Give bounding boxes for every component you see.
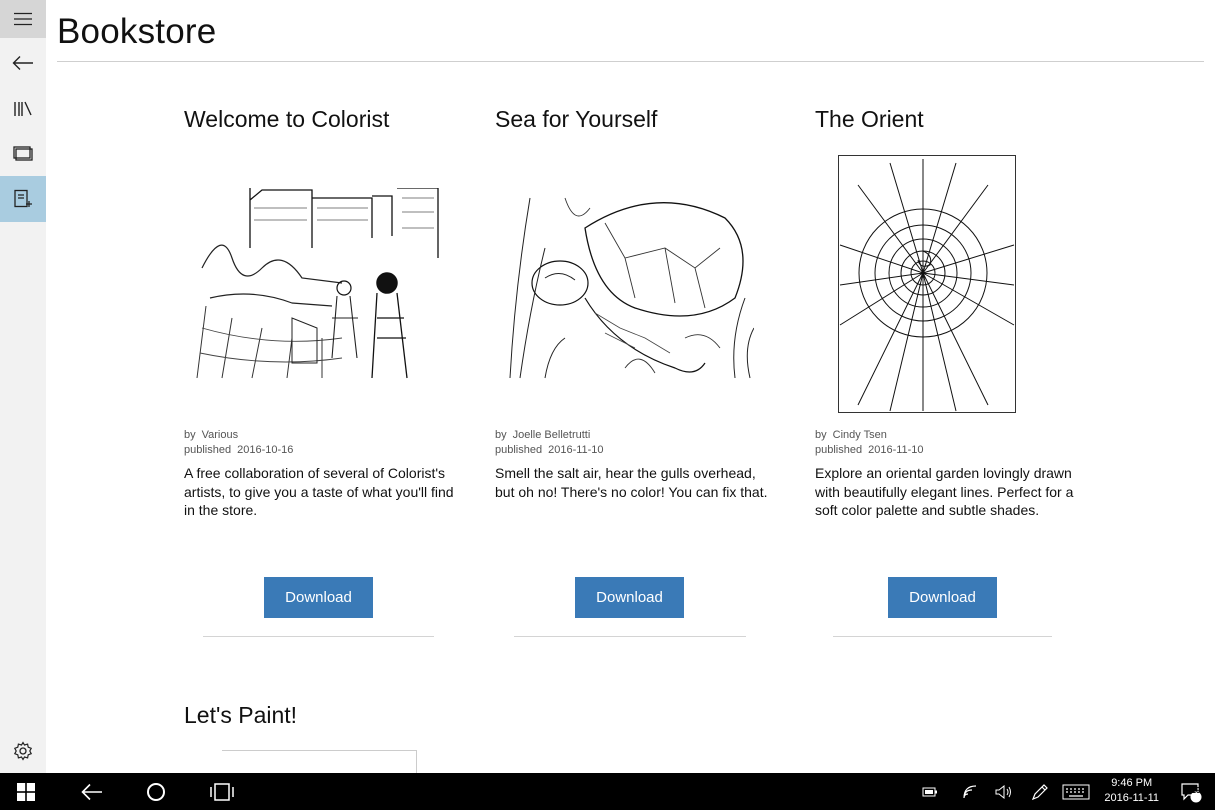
network-status[interactable] — [956, 773, 980, 810]
settings-button[interactable] — [0, 728, 46, 774]
back-arrow-icon — [12, 56, 33, 70]
book-date: 2016-11-10 — [868, 443, 924, 456]
wifi-icon — [963, 784, 976, 798]
battery-status[interactable] — [918, 773, 942, 810]
book-card: The Orient by Cindy Tsen published 2016-11… — [815, 106, 1095, 637]
pen-workspace-button[interactable] — [1028, 773, 1052, 810]
back-button[interactable] — [0, 40, 46, 86]
book-cover-image — [505, 188, 754, 381]
published-label: published — [184, 443, 232, 456]
book-description: A free collaboration of several of Color… — [184, 465, 454, 518]
task-view-icon — [210, 782, 234, 801]
library-icon — [14, 101, 32, 116]
book-title: Sea for Yourself — [495, 106, 658, 132]
published-label: published — [815, 443, 863, 456]
download-button[interactable]: Download — [264, 577, 373, 618]
book-cover-image — [838, 155, 1016, 413]
page-title: Bookstore — [57, 12, 217, 51]
clock-time: 9:46 PM — [1111, 777, 1153, 789]
section-title: Let's Paint! — [184, 702, 298, 728]
settings-gear-icon — [13, 741, 33, 761]
by-label: by — [815, 429, 827, 441]
task-view-button[interactable] — [200, 773, 244, 810]
action-center-button[interactable]: 19 — [1174, 773, 1208, 810]
volume-control[interactable] — [992, 773, 1016, 810]
taskbar-back-button[interactable] — [70, 773, 114, 810]
card-divider — [514, 636, 746, 637]
start-button[interactable] — [0, 773, 52, 810]
bookstore-button[interactable] — [0, 176, 46, 222]
book-author: Cindy Tsen — [832, 429, 887, 441]
card-divider — [833, 636, 1052, 637]
taskbar: 9:46 PM 2016-11-11 19 — [0, 773, 1215, 810]
book-author: Various — [201, 429, 239, 441]
download-button[interactable]: Download — [888, 577, 997, 618]
battery-icon — [922, 787, 937, 796]
notification-count: 19 — [1191, 786, 1201, 795]
book-description: Smell the salt air, hear the gulls overh… — [495, 465, 768, 500]
book-cover-image[interactable] — [222, 750, 417, 775]
clock-date: 2016-11-11 — [1104, 792, 1159, 804]
card-divider — [203, 636, 434, 637]
by-label: by — [184, 429, 196, 441]
speaker-icon — [995, 784, 1011, 799]
book-card: Welcome to Colorist by Various published 2… — [184, 106, 464, 637]
keyboard-icon — [1062, 784, 1090, 799]
gallery-button[interactable] — [0, 131, 46, 177]
touch-keyboard-button[interactable] — [1060, 773, 1092, 810]
book-date: 2016-10-16 — [237, 443, 294, 456]
download-button[interactable]: Download — [575, 577, 684, 618]
windows-logo-icon — [17, 782, 35, 801]
hamburger-menu-button[interactable] — [0, 0, 46, 38]
book-description: Explore an oriental garden lovingly draw… — [815, 465, 1074, 518]
book-meta: by Joelle Belletrutti published 2016-11-10 — [495, 428, 604, 457]
header-divider — [57, 61, 1204, 62]
hamburger-menu-icon — [14, 12, 32, 26]
cortana-button[interactable] — [134, 773, 178, 810]
by-label: by — [495, 429, 507, 441]
library-button[interactable] — [0, 86, 46, 132]
book-date: 2016-11-10 — [548, 443, 604, 456]
back-arrow-icon — [81, 783, 102, 800]
book-title: The Orient — [815, 106, 924, 132]
gallery-icon — [13, 146, 33, 161]
pen-icon — [1031, 783, 1048, 800]
book-meta: by Various published 2016-10-16 — [184, 428, 293, 457]
book-author: Joelle Belletrutti — [512, 429, 591, 441]
nav-rail — [0, 0, 46, 773]
published-label: published — [495, 443, 543, 456]
book-meta: by Cindy Tsen published 2016-11-10 — [815, 428, 924, 457]
book-title: Welcome to Colorist — [184, 106, 390, 132]
cortana-circle-icon — [147, 782, 165, 801]
book-cover-image — [192, 188, 446, 381]
bookstore-icon — [14, 189, 32, 208]
taskbar-clock[interactable]: 9:46 PM 2016-11-11 — [1104, 776, 1159, 806]
book-card: Sea for Yourself by Joelle Belletrutti pu… — [495, 106, 775, 637]
